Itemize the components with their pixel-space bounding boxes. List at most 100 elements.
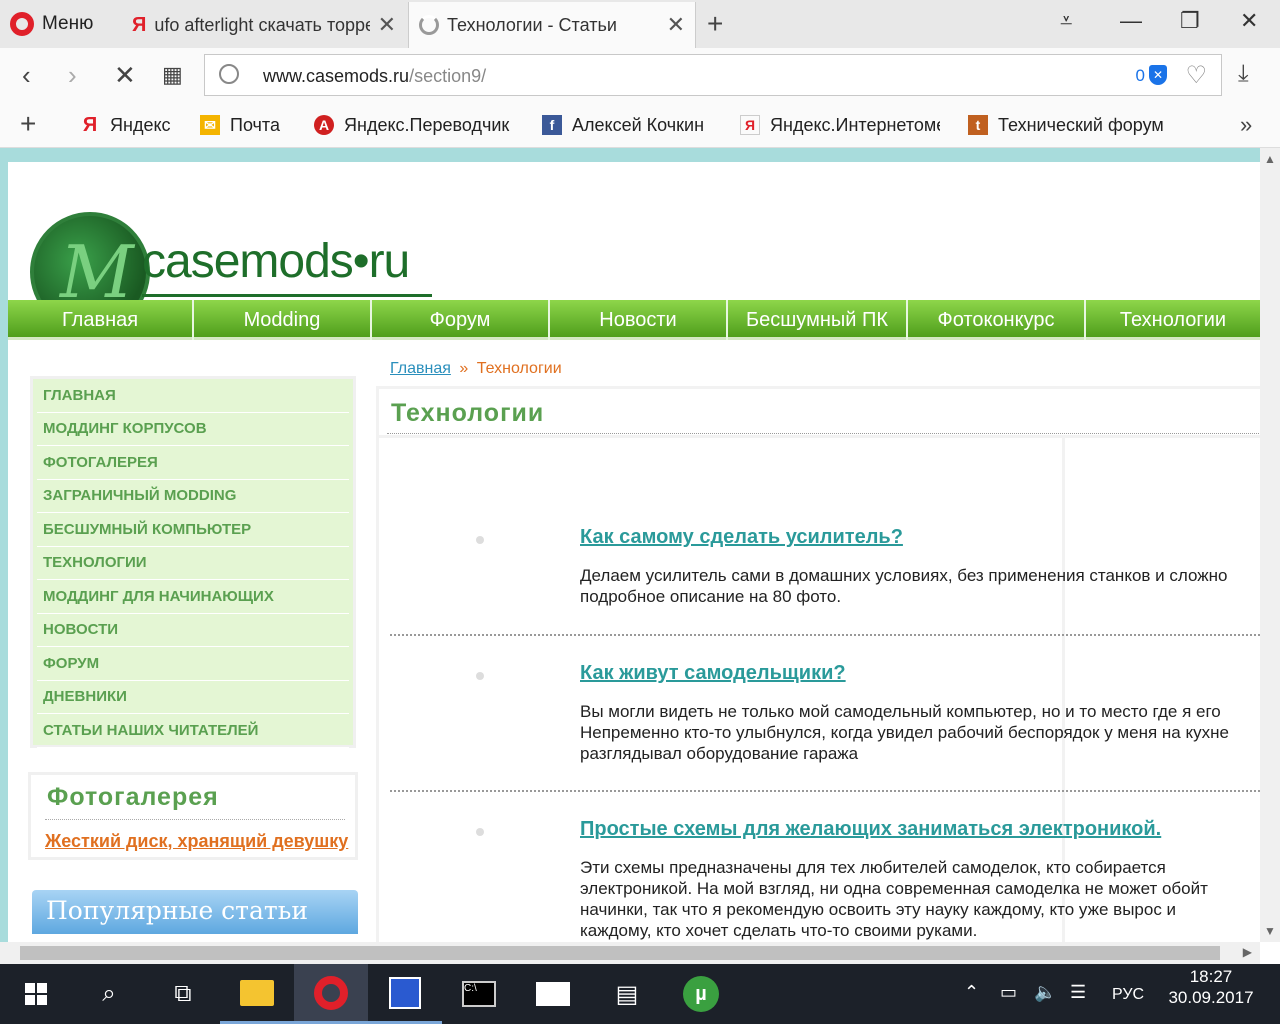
language-indicator[interactable]: РУС — [1112, 986, 1144, 1004]
mail-app-icon[interactable] — [516, 964, 590, 1024]
horizontal-scroll-thumb[interactable] — [20, 946, 1220, 960]
nav-news[interactable]: Новости — [550, 300, 728, 340]
clock-date: 30.09.2017 — [1168, 988, 1254, 1007]
article-separator — [390, 634, 1260, 636]
back-button[interactable]: ‹ — [22, 60, 31, 91]
tray-chevron-icon[interactable]: ⌃ — [964, 982, 979, 1003]
breadcrumb: Главная » Технологии — [390, 360, 562, 378]
start-button[interactable] — [0, 964, 72, 1024]
sidebar-item-news[interactable]: НОВОСТИ — [37, 614, 349, 647]
sidebar-item-photogallery[interactable]: ФОТОГАЛЕРЕЯ — [37, 446, 349, 480]
opera-menu-button[interactable]: Меню — [10, 10, 93, 38]
system-clock[interactable]: 18:27 30.09.2017 — [1166, 966, 1256, 1008]
sidebar-item-silent-pc[interactable]: БЕСШУМНЫЙ КОМПЬЮТЕР — [37, 513, 349, 547]
task-view-icon[interactable]: ⧉ — [146, 964, 220, 1024]
floppy-icon — [389, 976, 421, 1009]
photogallery-box: Фотогалерея Жесткий диск, хранящий девуш… — [28, 772, 358, 860]
file-explorer-icon[interactable] — [220, 964, 294, 1024]
sidebar-item-foreign-modding[interactable]: ЗАГРАНИЧНЫЙ MODDING — [37, 480, 349, 513]
more-bookmarks-icon[interactable]: » — [1240, 112, 1252, 138]
nav-photo-contest[interactable]: Фотоконкурс — [908, 300, 1086, 340]
article-title-link[interactable]: Простые схемы для желающих заниматься эл… — [580, 818, 1260, 841]
breadcrumb-current: Технологии — [476, 360, 562, 377]
main-nav: Главная Modding Форум Новости Бесшумный … — [8, 300, 1260, 340]
sidebar-item-case-modding[interactable]: МОДДИНГ КОРПУСОВ — [37, 413, 349, 446]
bookmark-mail[interactable]: ✉ Почта — [200, 112, 300, 138]
url-text: www.casemods.ru/section9/ — [263, 66, 486, 87]
photogallery-title: Фотогалерея — [47, 783, 219, 811]
close-tab-icon[interactable]: ✕ — [667, 12, 685, 38]
console-icon: C:\ — [462, 981, 496, 1007]
bookmark-facebook[interactable]: f Алексей Кочкин — [542, 112, 718, 138]
sidebar-item-technologies[interactable]: ТЕХНОЛОГИИ — [37, 547, 349, 580]
tab-title: Технологии - Статьи — [447, 14, 617, 35]
popular-articles-header: Популярные статьи — [32, 890, 358, 934]
new-tab-button[interactable]: + — [707, 8, 723, 40]
popular-articles-title: Популярные статьи — [46, 896, 309, 925]
tab-technologies[interactable]: Технологии - Статьи ✕ — [408, 2, 696, 48]
logo-text: casemods•ru — [142, 235, 410, 288]
nav-technologies[interactable]: Технологии — [1086, 300, 1260, 340]
scroll-right-icon[interactable]: ▶ — [1243, 945, 1252, 959]
sidebar-item-home[interactable]: ГЛАВНАЯ — [37, 379, 349, 413]
url-field[interactable]: www.casemods.ru/section9/ 0 ✕ ♡ — [204, 54, 1222, 96]
bookmark-heart-icon[interactable]: ♡ — [1185, 61, 1207, 90]
nav-silent-pc[interactable]: Бесшумный ПК — [728, 300, 908, 340]
bookmark-label: Яндекс — [110, 114, 171, 135]
translate-icon: A — [314, 115, 334, 135]
minimize-button[interactable]: — — [1120, 8, 1142, 34]
search-icon[interactable]: ⌕ — [72, 964, 146, 1024]
scroll-down-icon[interactable]: ▼ — [1264, 924, 1276, 938]
forward-button[interactable]: › — [68, 60, 77, 91]
utorrent-icon[interactable]: µ — [664, 964, 738, 1024]
content-header: Технологии — [376, 386, 1260, 438]
archive-app-icon[interactable]: ▤ — [590, 964, 664, 1024]
nav-modding[interactable]: Modding — [194, 300, 372, 340]
close-window-button[interactable]: ✕ — [1240, 8, 1258, 34]
url-path: /section9/ — [409, 66, 487, 86]
page-title: Технологии — [391, 399, 545, 427]
tab-menu-icon[interactable]: ⩡ — [1060, 8, 1072, 34]
scroll-up-icon[interactable]: ▲ — [1264, 152, 1276, 166]
nav-forum[interactable]: Форум — [372, 300, 550, 340]
floppy-app-icon[interactable] — [368, 964, 442, 1024]
article-title-link[interactable]: Как самому сделать усилитель? — [580, 526, 1260, 549]
sidebar-item-reader-articles[interactable]: СТАТЬИ НАШИХ ЧИТАТЕЛЕЙ — [37, 714, 349, 748]
download-icon[interactable]: ⤓ — [1238, 60, 1249, 88]
sidebar-menu: ГЛАВНАЯ МОДДИНГ КОРПУСОВ ФОТОГАЛЕРЕЯ ЗАГ… — [30, 376, 356, 748]
yandex-icon: Я — [740, 115, 760, 135]
breadcrumb-home-link[interactable]: Главная — [390, 360, 451, 377]
speed-dial-icon[interactable]: ▦ — [162, 62, 183, 88]
volume-icon[interactable]: 🔈 — [1034, 982, 1056, 1003]
add-bookmark-button[interactable]: + — [20, 108, 36, 140]
network-icon[interactable]: ▭ — [1000, 982, 1017, 1003]
opera-taskbar-icon[interactable] — [294, 964, 368, 1024]
tab-ufo-afterlight[interactable]: Я ufo afterlight скачать торрент ✕ — [122, 2, 406, 48]
bookmark-translator[interactable]: A Яндекс.Переводчик — [314, 112, 514, 138]
article-description: Вы могли видеть не только мой самодельны… — [580, 702, 1229, 763]
opera-logo-icon — [314, 975, 348, 1010]
sidebar-item-diaries[interactable]: ДНЕВНИКИ — [37, 681, 349, 714]
horizontal-scrollbar[interactable]: ▶ — [0, 942, 1260, 964]
bookmark-yandex[interactable]: Я Яндекс — [80, 112, 180, 138]
nav-home[interactable]: Главная — [8, 300, 194, 340]
bookmark-label: Яндекс.Переводчик — [344, 114, 510, 135]
sidebar-item-beginners[interactable]: МОДДИНГ ДЛЯ НАЧИНАЮЩИХ — [37, 580, 349, 614]
article-item: Как живут самодельщики? Вы могли видеть … — [476, 662, 1260, 764]
notifications-icon[interactable]: ☰ — [1070, 982, 1086, 1003]
site-logo[interactable]: M casemods•ru — [30, 212, 440, 332]
stop-loading-button[interactable]: ✕ — [114, 60, 136, 91]
facebook-icon: f — [542, 115, 562, 135]
adblock-shield-icon[interactable]: ✕ — [1149, 65, 1167, 85]
sidebar-item-forum[interactable]: ФОРУМ — [37, 647, 349, 681]
yandex-icon: Я — [132, 13, 147, 36]
terminal-icon[interactable]: C:\ — [442, 964, 516, 1024]
article-title-link[interactable]: Как живут самодельщики? — [580, 662, 1260, 685]
vertical-scrollbar[interactable]: ▲ ▼ — [1260, 148, 1280, 942]
close-tab-icon[interactable]: ✕ — [378, 12, 396, 38]
photogallery-link[interactable]: Жесткий диск, хранящий девушку — [45, 831, 348, 852]
bookmark-internetometer[interactable]: Я Яндекс.Интернетометр — [740, 112, 940, 138]
bookmark-tech-forum[interactable]: t Технический форум — [968, 112, 1168, 138]
maximize-button[interactable]: ❐ — [1180, 8, 1200, 34]
opera-logo-icon — [10, 12, 34, 36]
